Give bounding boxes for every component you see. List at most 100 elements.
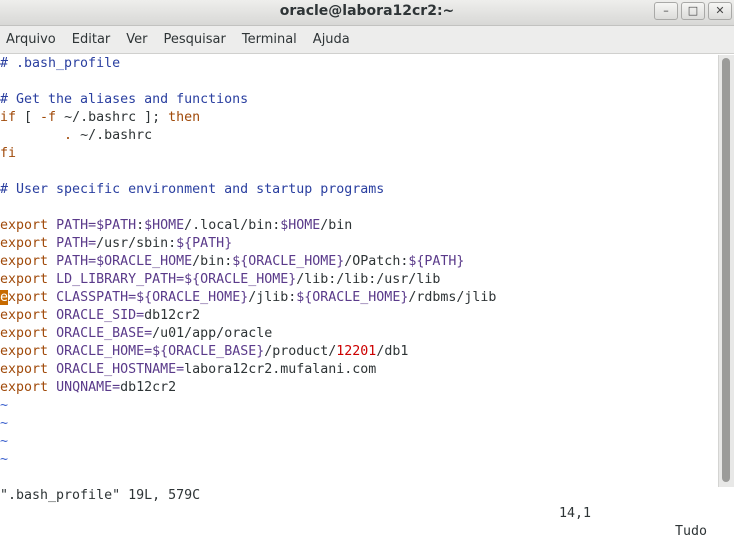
editor-token: export xyxy=(0,362,49,377)
editor-token: /u01/app/oracle xyxy=(152,326,273,341)
editor-token: /usr/sbin: xyxy=(96,236,177,251)
editor-line: ~ xyxy=(0,451,8,469)
menu-pesquisar[interactable]: Pesquisar xyxy=(164,32,226,47)
vim-status-line: ".bash_profile" 19L, 579C 14,1 Tudo xyxy=(0,469,718,539)
editor-token: export xyxy=(0,380,49,395)
editor-token: export xyxy=(0,308,49,323)
editor-token: then xyxy=(168,110,201,125)
editor-token: fi xyxy=(0,146,17,161)
editor-token: db12cr2 xyxy=(120,380,177,395)
editor-line: export ORACLE_BASE=/u01/app/oracle xyxy=(0,325,272,343)
maximize-button[interactable]: □ xyxy=(681,2,705,20)
editor-token xyxy=(48,362,56,377)
menu-ver[interactable]: Ver xyxy=(126,32,147,47)
editor-token: export xyxy=(0,272,49,287)
editor-token: # User specific environment and startup … xyxy=(0,182,385,197)
editor-token: ${PATH} xyxy=(176,236,233,251)
editor-token: /product/ xyxy=(264,344,337,359)
editor-token xyxy=(48,290,56,305)
editor-line: fi xyxy=(0,145,16,163)
editor-token: export xyxy=(0,254,49,269)
vertical-scrollbar[interactable] xyxy=(718,55,734,487)
editor-token: ~ xyxy=(0,398,9,413)
editor-token: ${ORACLE_HOME} xyxy=(296,290,409,305)
editor-token: ORACLE_HOSTNAME= xyxy=(56,362,185,377)
scrollbar-thumb[interactable] xyxy=(722,58,730,482)
editor-token: CLASSPATH= xyxy=(56,290,137,305)
editor-token xyxy=(48,380,56,395)
editor-line: export ORACLE_HOSTNAME=labora12cr2.mufal… xyxy=(0,361,376,379)
editor-line: export LD_LIBRARY_PATH=${ORACLE_HOME}/li… xyxy=(0,271,440,289)
editor-token xyxy=(0,128,64,143)
terminal-area[interactable]: ".bash_profile" 19L, 579C 14,1 Tudo # .b… xyxy=(0,55,718,539)
editor-token: export xyxy=(0,218,49,233)
editor-line: ~ xyxy=(0,433,8,451)
editor-token: ${ORACLE_HOME} xyxy=(232,254,345,269)
editor-line: # Get the aliases and functions xyxy=(0,91,248,109)
editor-token: labora12cr2.mufalani.com xyxy=(184,362,377,377)
editor-token: ~ xyxy=(0,434,9,449)
editor-token: 12201 xyxy=(336,344,377,359)
editor-line: if [ -f ~/.bashrc ]; then xyxy=(0,109,200,127)
editor-line: # .bash_profile xyxy=(0,55,120,73)
editor-token: $ORACLE_HOME xyxy=(96,254,193,269)
editor-line: # User specific environment and startup … xyxy=(0,181,384,199)
editor-token: ~ xyxy=(0,416,9,431)
editor-token: db12cr2 xyxy=(144,308,201,323)
editor-line: export PATH=$PATH:$HOME/.local/bin:$HOME… xyxy=(0,217,352,235)
minimize-button[interactable]: – xyxy=(654,2,678,20)
editor-token: /bin xyxy=(320,218,353,233)
editor-token xyxy=(48,254,56,269)
editor-token xyxy=(48,236,56,251)
editor-token: PATH= xyxy=(56,254,97,269)
editor-token: . xyxy=(64,128,73,143)
editor-line: ~ xyxy=(0,397,8,415)
editor-token xyxy=(48,308,56,323)
editor-token: export xyxy=(0,344,49,359)
status-cursor-position: 14,1 xyxy=(559,506,592,521)
editor-token: $PATH xyxy=(96,218,137,233)
editor-token xyxy=(48,218,56,233)
editor-token xyxy=(48,326,56,341)
menu-arquivo[interactable]: Arquivo xyxy=(6,32,56,47)
close-button[interactable]: ✕ xyxy=(708,2,732,20)
editor-token: ORACLE_BASE= xyxy=(56,326,153,341)
editor-token: ORACLE_SID= xyxy=(56,308,145,323)
window-title: oracle@labora12cr2:~ xyxy=(279,3,455,19)
editor-token: export xyxy=(0,326,49,341)
editor-token: $HOME xyxy=(280,218,321,233)
status-scroll-position: Tudo xyxy=(675,524,708,539)
status-file-info: ".bash_profile" 19L, 579C xyxy=(0,488,201,503)
editor-token: /rdbms/jlib xyxy=(408,290,497,305)
editor-token: PATH= xyxy=(56,236,97,251)
editor-token: /db1 xyxy=(376,344,409,359)
editor-line: export UNQNAME=db12cr2 xyxy=(0,379,176,397)
editor-token: /lib:/lib:/usr/lib xyxy=(296,272,441,287)
editor-token xyxy=(48,344,56,359)
editor-token: ~/.bashrc xyxy=(72,128,153,143)
editor-line: export CLASSPATH=${ORACLE_HOME}/jlib:${O… xyxy=(0,289,496,307)
editor-line: export ORACLE_HOME=${ORACLE_BASE}/produc… xyxy=(0,343,408,361)
editor-line: . ~/.bashrc xyxy=(0,127,152,145)
menu-terminal[interactable]: Terminal xyxy=(242,32,297,47)
editor-token: /bin: xyxy=(192,254,233,269)
text-cursor: e xyxy=(0,290,9,305)
editor-token: /jlib: xyxy=(248,290,297,305)
menu-bar: Arquivo Editar Ver Pesquisar Terminal Aj… xyxy=(0,26,734,54)
editor-line: export PATH=/usr/sbin:${PATH} xyxy=(0,235,232,253)
editor-line: ~ xyxy=(0,415,8,433)
menu-ajuda[interactable]: Ajuda xyxy=(313,32,350,47)
editor-token: if xyxy=(0,110,17,125)
editor-token: ~/.bashrc ]; xyxy=(56,110,169,125)
menu-editar[interactable]: Editar xyxy=(72,32,111,47)
editor-token: LD_LIBRARY_PATH= xyxy=(56,272,185,287)
editor-token: ${ORACLE_HOME} xyxy=(184,272,297,287)
editor-token: ${ORACLE_HOME} xyxy=(136,290,249,305)
editor-token: PATH= xyxy=(56,218,97,233)
editor-token: UNQNAME= xyxy=(56,380,121,395)
editor-token: /.local/bin: xyxy=(184,218,281,233)
editor-token: xport xyxy=(8,290,49,305)
editor-token: ~ xyxy=(0,452,9,467)
editor-token: $HOME xyxy=(144,218,185,233)
editor-token: export xyxy=(0,236,49,251)
